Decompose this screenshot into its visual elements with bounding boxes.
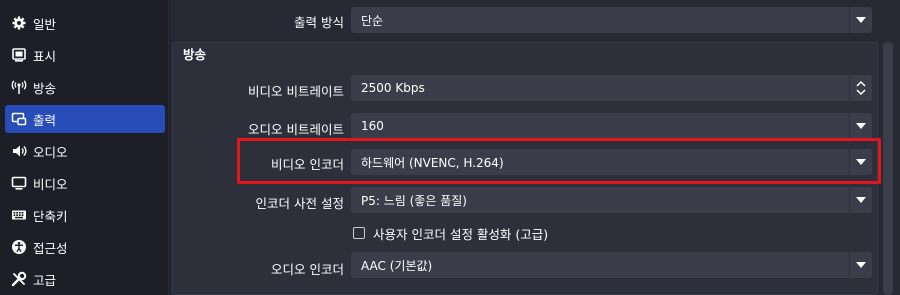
output-icon <box>11 111 27 127</box>
broadcast-icon <box>11 79 27 95</box>
wrench-icon <box>11 271 27 287</box>
custom-encoder-checkbox-label: 사용자 인코더 설정 활성화 (고급) <box>373 226 549 242</box>
chevron-down-icon <box>856 17 866 23</box>
keyboard-icon <box>11 207 27 223</box>
sidebar-item-label: 단축키 <box>33 208 68 224</box>
sidebar-item-label: 일반 <box>33 16 57 32</box>
video-bitrate-label: 비디오 비트레이트 <box>248 84 344 99</box>
sidebar-divider <box>168 0 169 295</box>
audio-bitrate-label: 오디오 비트레이트 <box>248 122 344 137</box>
group-title: 방송 <box>183 47 207 62</box>
sidebar-item-hotkeys[interactable]: 단축키 <box>5 201 165 229</box>
audio-encoder-label: 오디오 인코더 <box>271 262 344 277</box>
speaker-icon <box>11 143 27 159</box>
sidebar-item-label: 접근성 <box>33 240 68 256</box>
sidebar-item-broadcast[interactable]: 방송 <box>5 73 165 101</box>
video-bitrate-spinbox[interactable]: 2500 Kbps <box>351 75 872 101</box>
scrollbar-thumb[interactable] <box>883 42 893 295</box>
spinbox-buttons[interactable] <box>849 75 872 101</box>
sidebar-item-accessibility[interactable]: 접근성 <box>5 233 165 261</box>
output-mode-select[interactable]: 단순 <box>351 7 872 33</box>
encoder-preset-label: 인코더 사전 설정 <box>255 196 344 211</box>
sidebar-item-general[interactable]: 일반 <box>5 9 165 37</box>
audio-encoder-value: AAC (기본값) <box>361 258 433 273</box>
sidebar-item-label: 표시 <box>33 48 57 64</box>
accessibility-icon <box>11 239 27 255</box>
audio-encoder-select[interactable]: AAC (기본값) <box>351 252 872 278</box>
chevron-down-icon[interactable] <box>856 88 866 96</box>
display-icon <box>11 47 27 63</box>
chevron-down-icon <box>856 123 866 129</box>
sidebar-item-label: 오디오 <box>33 144 68 160</box>
audio-bitrate-select[interactable]: 160 <box>351 113 872 139</box>
sidebar-item-label: 출력 <box>33 112 57 128</box>
settings-sidebar: 일반 표시 방송 출력 오디오 비디오 단축키 접근성 고급 <box>0 0 166 295</box>
dropdown-arrow-button[interactable] <box>849 187 872 213</box>
custom-encoder-settings-row[interactable]: 사용자 인코더 설정 활성화 (고급) <box>353 224 548 242</box>
monitor-icon <box>11 175 27 191</box>
sidebar-item-video[interactable]: 비디오 <box>5 169 165 197</box>
dropdown-arrow-button[interactable] <box>849 252 872 278</box>
video-bitrate-value: 2500 Kbps <box>361 81 425 95</box>
output-mode-label: 출력 방식 <box>294 15 344 30</box>
sidebar-item-label: 방송 <box>33 80 57 96</box>
video-encoder-highlight-box <box>237 138 881 184</box>
chevron-down-icon <box>856 197 866 203</box>
chevron-down-icon <box>856 262 866 268</box>
encoder-preset-select[interactable]: P5: 느림 (좋은 품질) <box>351 187 872 213</box>
sidebar-item-label: 비디오 <box>33 176 68 192</box>
sidebar-item-output[interactable]: 출력 <box>5 105 165 133</box>
output-mode-value: 단순 <box>361 13 384 28</box>
sidebar-item-display[interactable]: 표시 <box>5 41 165 69</box>
sidebar-item-audio[interactable]: 오디오 <box>5 137 165 165</box>
dropdown-arrow-button[interactable] <box>849 7 872 33</box>
gear-icon <box>11 15 27 31</box>
custom-encoder-checkbox[interactable] <box>353 227 365 239</box>
sidebar-item-label: 고급 <box>33 272 57 288</box>
audio-bitrate-value: 160 <box>361 119 384 133</box>
sidebar-item-advanced[interactable]: 고급 <box>5 265 165 293</box>
dropdown-arrow-button[interactable] <box>849 113 872 139</box>
chevron-up-icon[interactable] <box>856 80 866 88</box>
encoder-preset-value: P5: 느림 (좋은 품질) <box>361 193 467 208</box>
